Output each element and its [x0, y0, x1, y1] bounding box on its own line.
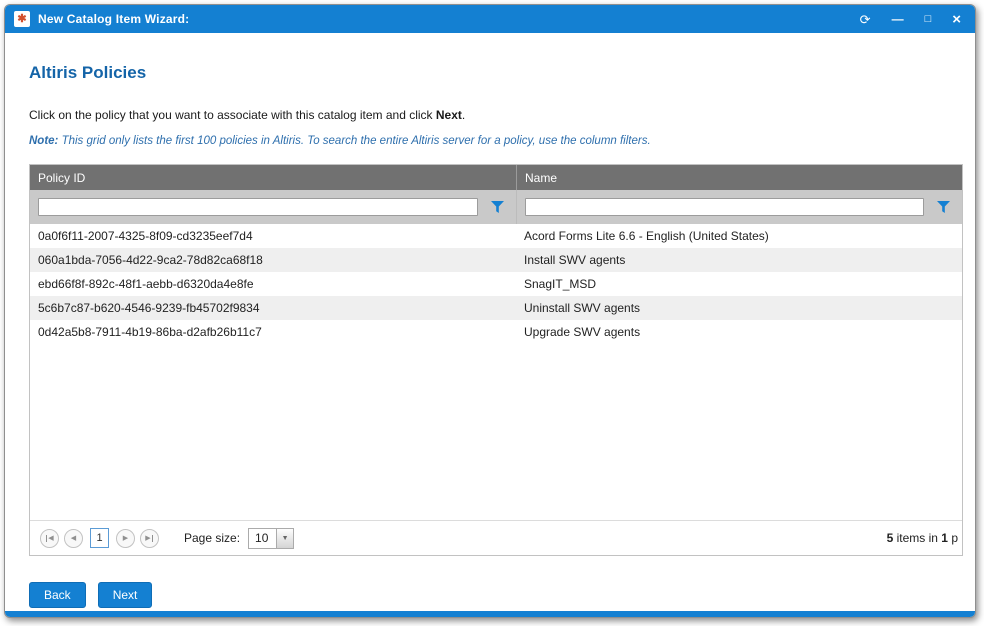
name-filter-input[interactable] [525, 198, 924, 216]
name-cell[interactable]: SnagIT_MSD [516, 272, 962, 296]
next-button[interactable]: Next [98, 582, 153, 608]
table-row[interactable]: 0a0f6f11-2007-4325-8f09-cd3235eef7d4 Aco… [30, 224, 962, 248]
note-label: Note: [29, 135, 58, 147]
instruction-prefix: Click on the policy that you want to ass… [29, 108, 436, 122]
grid-filter-row [30, 190, 962, 224]
grid-pager: ◀ ◀ 1 ▶ ▶ Page size: 10 ▼ 5 items in 1 p [30, 520, 962, 555]
page-title: Altiris Policies [29, 63, 963, 83]
page-size-select[interactable]: 10 ▼ [248, 528, 294, 549]
page-size-value: 10 [249, 529, 276, 548]
note-body: This grid only lists the first 100 polic… [58, 135, 650, 147]
refresh-icon[interactable]: ⟳ [860, 13, 871, 26]
first-page-button[interactable]: ◀ [40, 529, 59, 548]
title-bar: ✱ New Catalog Item Wizard: ⟳ — □ × [5, 5, 975, 33]
previous-page-button[interactable]: ◀ [64, 529, 83, 548]
minimize-icon[interactable]: — [892, 13, 904, 25]
instruction-text: Click on the policy that you want to ass… [29, 108, 963, 122]
pages-count: 1 [941, 531, 948, 545]
name-cell[interactable]: Upgrade SWV agents [516, 320, 962, 344]
maximize-icon[interactable]: □ [925, 14, 932, 25]
items-summary: 5 items in 1 p [887, 531, 958, 545]
first-page-icon: ◀ [48, 535, 53, 542]
name-cell[interactable]: Acord Forms Lite 6.6 - English (United S… [516, 224, 962, 248]
policy-id-cell[interactable]: ebd66f8f-892c-48f1-aebb-d6320da4e8fe [30, 272, 516, 296]
wizard-window: ✱ New Catalog Item Wizard: ⟳ — □ × Altir… [4, 4, 976, 618]
filter-icon[interactable] [478, 201, 516, 213]
wizard-buttons: Back Next [29, 582, 963, 608]
last-page-button[interactable]: ▶ [140, 529, 159, 548]
policy-id-filter-cell [30, 190, 516, 224]
policy-id-cell[interactable]: 0d42a5b8-7911-4b19-86ba-d2afb26b11c7 [30, 320, 516, 344]
last-page-bar [152, 535, 153, 542]
window-title: New Catalog Item Wizard: [38, 12, 189, 26]
instruction-suffix: . [462, 108, 465, 122]
app-icon: ✱ [14, 11, 30, 27]
window-bottom-strip [5, 611, 975, 617]
name-cell[interactable]: Install SWV agents [516, 248, 962, 272]
grid-body: 0a0f6f11-2007-4325-8f09-cd3235eef7d4 Aco… [30, 224, 962, 520]
items-suffix-text: p [948, 531, 958, 545]
wizard-content: Altiris Policies Click on the policy tha… [5, 33, 975, 617]
current-page-box[interactable]: 1 [90, 528, 109, 548]
policies-grid: Policy ID Name [29, 164, 963, 556]
close-icon[interactable]: × [952, 12, 961, 27]
first-page-bar [46, 535, 47, 542]
table-row[interactable]: 0d42a5b8-7911-4b19-86ba-d2afb26b11c7 Upg… [30, 320, 962, 344]
policy-id-cell[interactable]: 5c6b7c87-b620-4546-9239-fb45702f9834 [30, 296, 516, 320]
back-button[interactable]: Back [29, 582, 86, 608]
chevron-down-icon[interactable]: ▼ [276, 529, 293, 548]
table-row[interactable]: 5c6b7c87-b620-4546-9239-fb45702f9834 Uni… [30, 296, 962, 320]
filter-icon[interactable] [924, 201, 962, 213]
name-cell[interactable]: Uninstall SWV agents [516, 296, 962, 320]
column-header-policy-id[interactable]: Policy ID [30, 165, 516, 190]
note-text: Note: This grid only lists the first 100… [29, 135, 963, 147]
items-mid-text: items in [893, 531, 941, 545]
next-page-icon: ▶ [123, 535, 128, 542]
last-page-icon: ▶ [145, 535, 150, 542]
page-size-label: Page size: [184, 531, 240, 545]
instruction-next-emphasis: Next [436, 108, 462, 122]
grid-header-row: Policy ID Name [30, 165, 962, 190]
policy-id-cell[interactable]: 0a0f6f11-2007-4325-8f09-cd3235eef7d4 [30, 224, 516, 248]
window-controls: ⟳ — □ × [860, 12, 961, 27]
policy-id-filter-input[interactable] [38, 198, 478, 216]
previous-page-icon: ◀ [71, 535, 76, 542]
name-filter-cell [516, 190, 962, 224]
next-page-button[interactable]: ▶ [116, 529, 135, 548]
table-row[interactable]: ebd66f8f-892c-48f1-aebb-d6320da4e8fe Sna… [30, 272, 962, 296]
column-header-name[interactable]: Name [516, 165, 962, 190]
policy-id-cell[interactable]: 060a1bda-7056-4d22-9ca2-78d82ca68f18 [30, 248, 516, 272]
table-row[interactable]: 060a1bda-7056-4d22-9ca2-78d82ca68f18 Ins… [30, 248, 962, 272]
